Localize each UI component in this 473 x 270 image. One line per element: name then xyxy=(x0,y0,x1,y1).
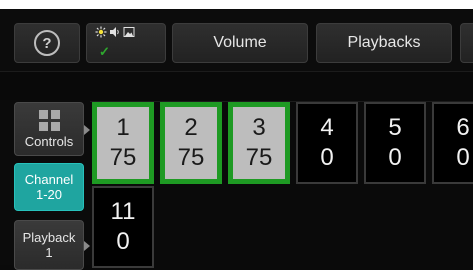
sidebar: Controls Channel 1-20 Playback 1 xyxy=(0,100,90,270)
expand-arrow-icon xyxy=(84,125,90,135)
help-icon: ? xyxy=(34,30,60,56)
channel-number: 6 xyxy=(456,114,470,141)
channel-page-button[interactable]: Channel 1-20 xyxy=(14,163,84,211)
controls-button[interactable]: Controls xyxy=(14,102,90,156)
channel-tile-2[interactable]: 2 75 xyxy=(160,102,222,184)
channel-level: 75 xyxy=(245,144,273,171)
channel-level: 0 xyxy=(116,228,130,255)
info-strip xyxy=(0,71,473,102)
speaker-icon xyxy=(110,27,119,37)
channel-tile-4[interactable]: 40 xyxy=(296,102,358,184)
channel-number: 11 xyxy=(110,198,136,225)
playbacks-button[interactable]: Playbacks xyxy=(316,23,452,63)
next-toolbar-button[interactable] xyxy=(460,23,473,63)
channel-level: 75 xyxy=(177,144,205,171)
expand-arrow-icon xyxy=(84,241,90,251)
channel-tile-6[interactable]: 60 xyxy=(432,102,473,184)
help-button[interactable]: ? xyxy=(14,23,80,63)
channel-number: 2 xyxy=(184,114,198,141)
playback-label-line1: Playback xyxy=(22,230,76,245)
image-icon xyxy=(123,27,135,37)
volume-button[interactable]: Volume xyxy=(172,23,308,63)
playbacks-label: Playbacks xyxy=(347,34,421,51)
window-top-edge xyxy=(0,0,473,9)
enabled-check-icon: ✓ xyxy=(99,44,110,59)
channel-number: 1 xyxy=(116,114,130,141)
channel-label-line2: 1-20 xyxy=(35,187,63,202)
channel-level: 75 xyxy=(109,144,137,171)
playback-page-button[interactable]: Playback 1 xyxy=(14,220,90,270)
controls-label: Controls xyxy=(24,133,74,149)
channel-tile-1[interactable]: 1 75 xyxy=(92,102,154,184)
channel-number: 3 xyxy=(252,114,266,141)
channel-tile-3[interactable]: 3 75 xyxy=(228,102,290,184)
top-toolbar: ? ✓ Volume Playbacks xyxy=(0,9,473,71)
channel-level: 0 xyxy=(320,144,334,171)
channel-number: 4 xyxy=(320,114,334,141)
media-toggle-button[interactable]: ✓ xyxy=(86,23,166,63)
channel-number: 5 xyxy=(388,114,402,141)
light-icon xyxy=(95,26,107,38)
channel-tile-11[interactable]: 11 0 xyxy=(92,186,154,268)
volume-label: Volume xyxy=(213,34,267,51)
channel-level: 0 xyxy=(388,144,402,171)
playback-label-line2: 1 xyxy=(45,245,53,260)
channel-label-line1: Channel xyxy=(24,172,74,187)
grid-icon xyxy=(38,109,60,131)
channel-tile-5[interactable]: 50 xyxy=(364,102,426,184)
channel-level: 0 xyxy=(456,144,470,171)
